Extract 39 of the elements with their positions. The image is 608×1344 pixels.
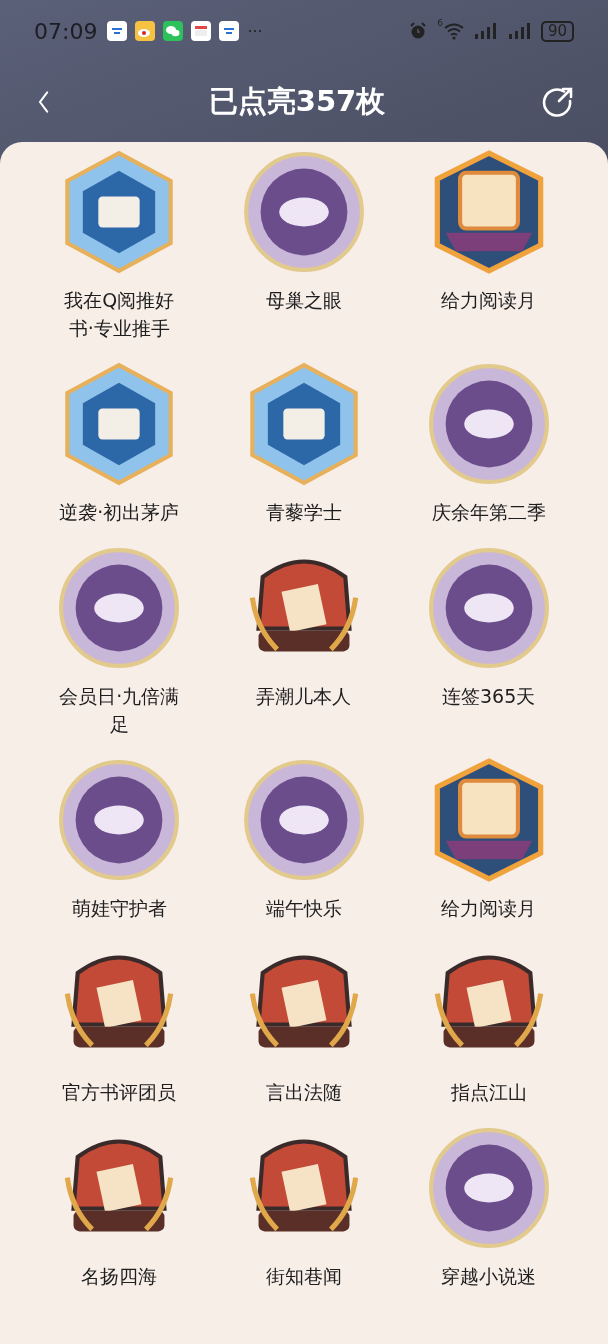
- badge-name: 弄潮儿本人: [255, 684, 353, 709]
- page-title: 已点亮357枚: [208, 83, 386, 120]
- badge-name: 会员日·九倍满足: [58, 684, 181, 737]
- app-notification-icon: [135, 21, 156, 41]
- badge-name: 端午快乐: [265, 896, 343, 921]
- badge-name: 庆余年第二季: [430, 500, 547, 525]
- badge-name: 言出法随: [265, 1080, 343, 1105]
- round-badge-drawing[interactable]: [57, 546, 182, 670]
- badge-name: 连签365天: [441, 684, 537, 709]
- badge-name: 逆袭·初出茅庐: [58, 500, 181, 525]
- round-badge-drawing[interactable]: [426, 362, 551, 486]
- round-badge-drawing[interactable]: [426, 1126, 551, 1250]
- badge-name: 萌娃守护者: [70, 896, 168, 921]
- app-notification-icon: [107, 21, 128, 41]
- badge-name: 我在Q阅推好书·专业推手: [63, 288, 176, 341]
- share-button[interactable]: [542, 86, 574, 118]
- badge-name: 名扬四海: [80, 1264, 159, 1289]
- round-badge-drawing[interactable]: [57, 758, 182, 882]
- badge-name: 街知巷闻: [265, 1264, 343, 1289]
- chat-app-icon: [163, 21, 184, 41]
- badge-name: 穿越小说迷: [440, 1264, 538, 1289]
- badge-name: 给力阅读月: [440, 896, 538, 921]
- badge-name: 母巢之眼: [265, 288, 343, 313]
- badge-name: 给力阅读月: [440, 288, 538, 313]
- signal-icon: [506, 22, 533, 40]
- more-notifications: ···: [247, 21, 263, 41]
- wifi-icon: [442, 21, 465, 41]
- app-notification-icon: [191, 21, 212, 41]
- app-notification-icon: [219, 21, 240, 41]
- round-badge-drawing[interactable]: [242, 150, 366, 274]
- signal-icon: [472, 22, 499, 40]
- badge-name: 指点江山: [449, 1080, 528, 1105]
- wifi-label: 6: [437, 18, 443, 28]
- round-badge-drawing[interactable]: [426, 546, 551, 670]
- status-time: 07:09: [34, 18, 98, 44]
- round-badge-drawing[interactable]: [242, 758, 366, 882]
- badge-name: 官方书评团员: [61, 1080, 178, 1105]
- battery-indicator: 90: [540, 20, 574, 42]
- badge-name: 青藜学士: [265, 500, 343, 525]
